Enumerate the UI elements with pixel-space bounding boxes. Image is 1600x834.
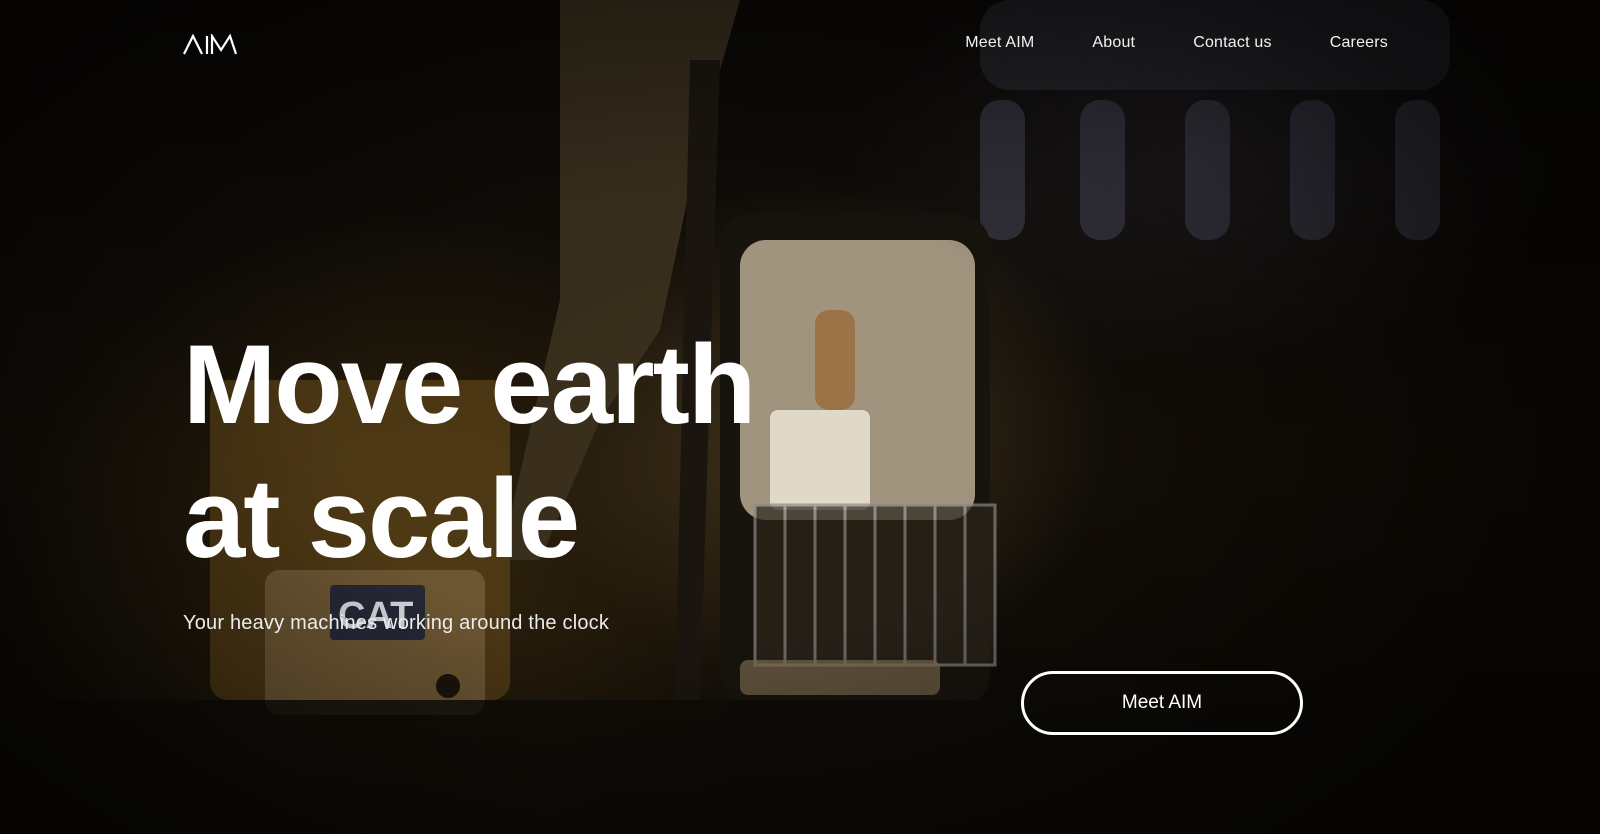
main-nav: Meet AIM About Contact us Careers — [965, 34, 1388, 52]
nav-link-contact-us[interactable]: Contact us — [1193, 34, 1271, 52]
hero-subtitle: Your heavy machines working around the c… — [183, 612, 610, 634]
hero-title-line-2: at scale — [183, 456, 580, 581]
nav-link-meet-aim[interactable]: Meet AIM — [965, 34, 1034, 52]
site-header: Meet AIM About Contact us Careers — [0, 0, 1600, 90]
aim-logo-icon[interactable] — [183, 32, 238, 56]
hero-title-line-1: Move earth — [183, 322, 756, 447]
meet-aim-button[interactable]: Meet AIM — [1021, 671, 1303, 735]
hero-title: Move earth at scale — [183, 318, 756, 586]
nav-link-about[interactable]: About — [1092, 34, 1135, 52]
logo-mark — [183, 32, 238, 55]
nav-link-careers[interactable]: Careers — [1330, 34, 1388, 52]
hero-section: CAT Meet AIM About Contact us Careers Mo… — [0, 0, 1600, 834]
